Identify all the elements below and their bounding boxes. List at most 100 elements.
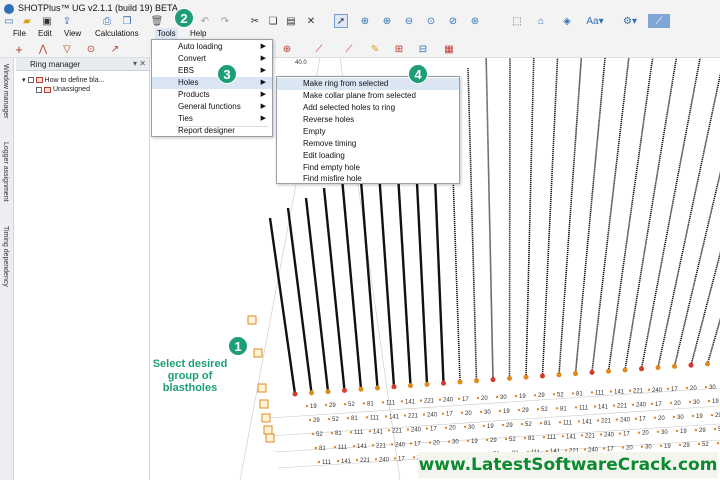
tree-item-unassigned[interactable]: Unassigned <box>36 86 90 93</box>
hole-collar[interactable] <box>639 366 644 372</box>
hole-collar[interactable] <box>490 377 496 383</box>
selected-hole[interactable] <box>247 315 257 325</box>
delete2-icon[interactable]: ✕ <box>304 14 318 28</box>
hole-collar[interactable] <box>540 373 545 379</box>
tab-window-manager[interactable]: Window manager <box>2 64 9 118</box>
measure-icon[interactable]: ⟋ <box>648 14 670 28</box>
blasthole[interactable] <box>673 58 720 367</box>
zoom-in-icon[interactable]: ⊕ <box>380 14 394 28</box>
copy2-icon[interactable]: ❏ <box>266 14 280 28</box>
cut-icon[interactable]: ✂ <box>248 14 262 28</box>
hole-collar[interactable] <box>309 390 314 396</box>
line-tool2-icon[interactable]: ⟋ <box>342 42 356 56</box>
zoom-window-icon[interactable]: ⊕ <box>358 14 372 28</box>
menu-find-misfire-hole[interactable]: Find misfire hole <box>277 173 459 185</box>
hole-collar[interactable] <box>589 369 595 375</box>
blasthole[interactable] <box>690 58 720 366</box>
new-file-icon[interactable]: ▭ <box>2 14 16 28</box>
blasthole[interactable] <box>467 67 478 381</box>
hole-collar[interactable] <box>672 363 677 369</box>
menu-make-collar-plane[interactable]: Make collar plane from selected <box>277 90 459 102</box>
selected-hole[interactable] <box>261 413 271 423</box>
tree-checkbox[interactable] <box>27 77 34 83</box>
tab-timing-dependency[interactable]: Timing dependency <box>2 226 9 287</box>
paste-icon[interactable]: ▤ <box>284 14 298 28</box>
target-icon[interactable]: ⊕ <box>280 42 294 56</box>
blasthole[interactable] <box>340 177 363 390</box>
menu-make-ring-from-selected[interactable]: Make ring from selected <box>277 78 459 90</box>
menu-general-functions[interactable]: General functions ▶ <box>152 101 272 113</box>
selected-hole[interactable] <box>257 383 267 393</box>
blasthole[interactable] <box>706 58 720 365</box>
menu-ties[interactable]: Ties ▶ <box>152 113 272 125</box>
hole-collar[interactable] <box>556 372 562 378</box>
save-icon[interactable]: ▣ <box>40 14 54 28</box>
tree-checkbox[interactable] <box>36 86 42 93</box>
home-view-icon[interactable]: ⌂ <box>534 14 548 28</box>
blasthole[interactable] <box>268 217 297 395</box>
menu-add-holes-to-ring[interactable]: Add selected holes to ring <box>277 102 459 114</box>
hole-collar[interactable] <box>342 387 347 393</box>
report-icon[interactable]: ⊟ <box>416 42 430 56</box>
menu-calculations[interactable]: Calculations <box>95 28 139 40</box>
hole-collar[interactable] <box>523 374 529 380</box>
tree-item-project[interactable]: ▾ How to define bla... <box>22 76 104 85</box>
blasthole[interactable] <box>525 58 535 378</box>
grid-icon[interactable]: ▦ <box>442 42 456 56</box>
hole-collar[interactable] <box>408 383 413 389</box>
menu-report-designer[interactable]: Report designer <box>152 125 272 137</box>
hole-collar[interactable] <box>457 379 463 385</box>
hole-collar[interactable] <box>358 386 364 392</box>
menu-remove-timing[interactable]: Remove timing <box>277 138 459 150</box>
menu-auto-loading[interactable]: Auto loading ▶ <box>152 41 272 53</box>
blasthole[interactable] <box>558 58 583 375</box>
hole-collar[interactable] <box>507 375 512 381</box>
hole-collar[interactable] <box>325 389 331 395</box>
circle-icon[interactable]: ⊙ <box>84 42 98 56</box>
selected-hole[interactable] <box>265 433 275 443</box>
blasthole[interactable] <box>607 58 655 372</box>
export-icon[interactable]: ⇪ <box>60 14 74 28</box>
menu-products[interactable]: Products ▶ <box>152 89 272 101</box>
arrow-icon[interactable]: ↗ <box>108 42 122 56</box>
hole-collar[interactable] <box>375 385 380 391</box>
zoom-extents-icon[interactable]: ⊙ <box>424 14 438 28</box>
redo-icon[interactable]: ↷ <box>218 14 232 28</box>
selected-hole[interactable] <box>253 348 263 358</box>
blasthole[interactable] <box>376 157 396 387</box>
panel-pin-icon[interactable]: ▾ ✕ <box>133 59 146 68</box>
hole-collar[interactable] <box>688 362 694 368</box>
menu-file[interactable]: File <box>13 28 26 40</box>
hole-collar[interactable] <box>474 378 479 384</box>
hole-collar[interactable] <box>622 367 628 373</box>
cube-view-icon[interactable]: ◈ <box>560 14 574 28</box>
blasthole[interactable] <box>591 58 630 373</box>
text-size-icon[interactable]: Aa▾ <box>584 14 606 28</box>
zoom-all-icon[interactable]: ⊛ <box>468 14 482 28</box>
blasthole[interactable] <box>541 58 559 377</box>
line-tool-icon[interactable]: ⟋ <box>312 42 326 56</box>
print-icon[interactable]: ⎙ <box>100 14 114 28</box>
box-select-icon[interactable]: ⬚ <box>510 14 524 28</box>
select-pointer-icon[interactable]: ➚ <box>334 14 348 28</box>
blasthole[interactable] <box>624 58 678 371</box>
hole-collar[interactable] <box>292 391 298 397</box>
menu-holes[interactable]: Holes ▶ <box>152 77 272 89</box>
open-folder-icon[interactable]: ▰ <box>20 14 34 28</box>
menu-view[interactable]: View <box>64 28 81 40</box>
blasthole[interactable] <box>485 58 494 380</box>
ring-tool-icon[interactable]: ✎ <box>368 42 382 56</box>
selected-hole[interactable] <box>263 425 273 435</box>
menu-edit-loading[interactable]: Edit loading <box>277 150 459 162</box>
blasthole[interactable] <box>358 167 379 389</box>
undo-icon[interactable]: ↶ <box>198 14 212 28</box>
menu-ebs[interactable]: EBS ▶ <box>152 65 272 77</box>
delete-icon[interactable]: 🗑 <box>150 14 164 28</box>
menu-convert[interactable]: Convert ▶ <box>152 53 272 65</box>
blasthole[interactable] <box>657 58 720 368</box>
polyline-icon[interactable]: ⋀ <box>36 42 50 56</box>
hole-collar[interactable] <box>606 368 611 374</box>
menu-empty[interactable]: Empty <box>277 126 459 138</box>
hole-collar[interactable] <box>391 384 397 390</box>
blasthole[interactable] <box>304 197 330 392</box>
